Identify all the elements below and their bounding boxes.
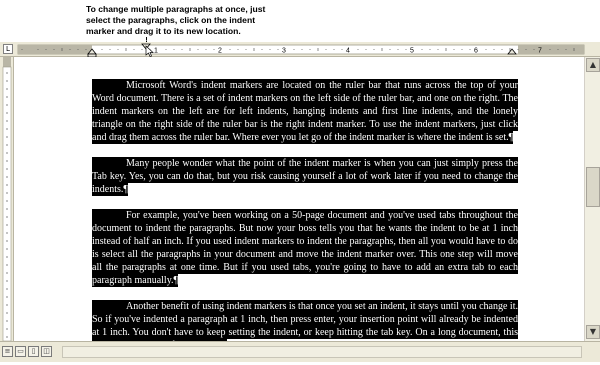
callout-line-1: To change multiple paragraphs at once, j…	[86, 4, 266, 14]
horizontal-scrollbar[interactable]	[62, 346, 582, 358]
view-bar: ≡ ▭ ▯ ◫	[0, 341, 600, 362]
normal-view-icon[interactable]: ≡	[2, 346, 13, 357]
vertical-ruler-scale	[2, 57, 12, 341]
web-layout-view-icon[interactable]: ▭	[15, 346, 26, 357]
callout-line-3: marker and drag it to its new location.	[86, 26, 241, 36]
scroll-down-button[interactable]: ▼	[586, 325, 600, 339]
annotation-callout: To change multiple paragraphs at once, j…	[86, 4, 286, 37]
ruler-number: 5	[410, 48, 414, 55]
ruler-number: 7	[538, 48, 542, 55]
scroll-thumb[interactable]	[586, 167, 600, 207]
paragraph-3[interactable]: For example, you've been working on a 50…	[92, 209, 518, 287]
callout-line-2: select the paragraphs, click on the inde…	[86, 15, 256, 25]
ruler-scale[interactable]: 1 2 3 4 5 6 7	[0, 42, 600, 57]
print-layout-view-icon[interactable]: ▯	[28, 346, 39, 357]
outline-view-icon[interactable]: ◫	[41, 346, 52, 357]
paragraph-1[interactable]: Microsoft Word's indent markers are loca…	[92, 79, 518, 144]
ruler-track	[17, 44, 585, 55]
document-text[interactable]: Microsoft Word's indent markers are loca…	[92, 66, 518, 365]
paragraph-2[interactable]: Many people wonder what the point of the…	[92, 157, 518, 196]
blank-line-mark	[92, 66, 518, 79]
scroll-up-button[interactable]: ▲	[586, 58, 600, 72]
ruler-number: 6	[474, 48, 478, 55]
ruler-left-margin	[18, 45, 92, 54]
vertical-scrollbar[interactable]: ▲ ▼	[584, 57, 600, 341]
ruler-number: 1	[154, 48, 158, 55]
ruler-number: 3	[282, 48, 286, 55]
ruler-number: 4	[346, 48, 350, 55]
ruler-number: 2	[218, 48, 222, 55]
